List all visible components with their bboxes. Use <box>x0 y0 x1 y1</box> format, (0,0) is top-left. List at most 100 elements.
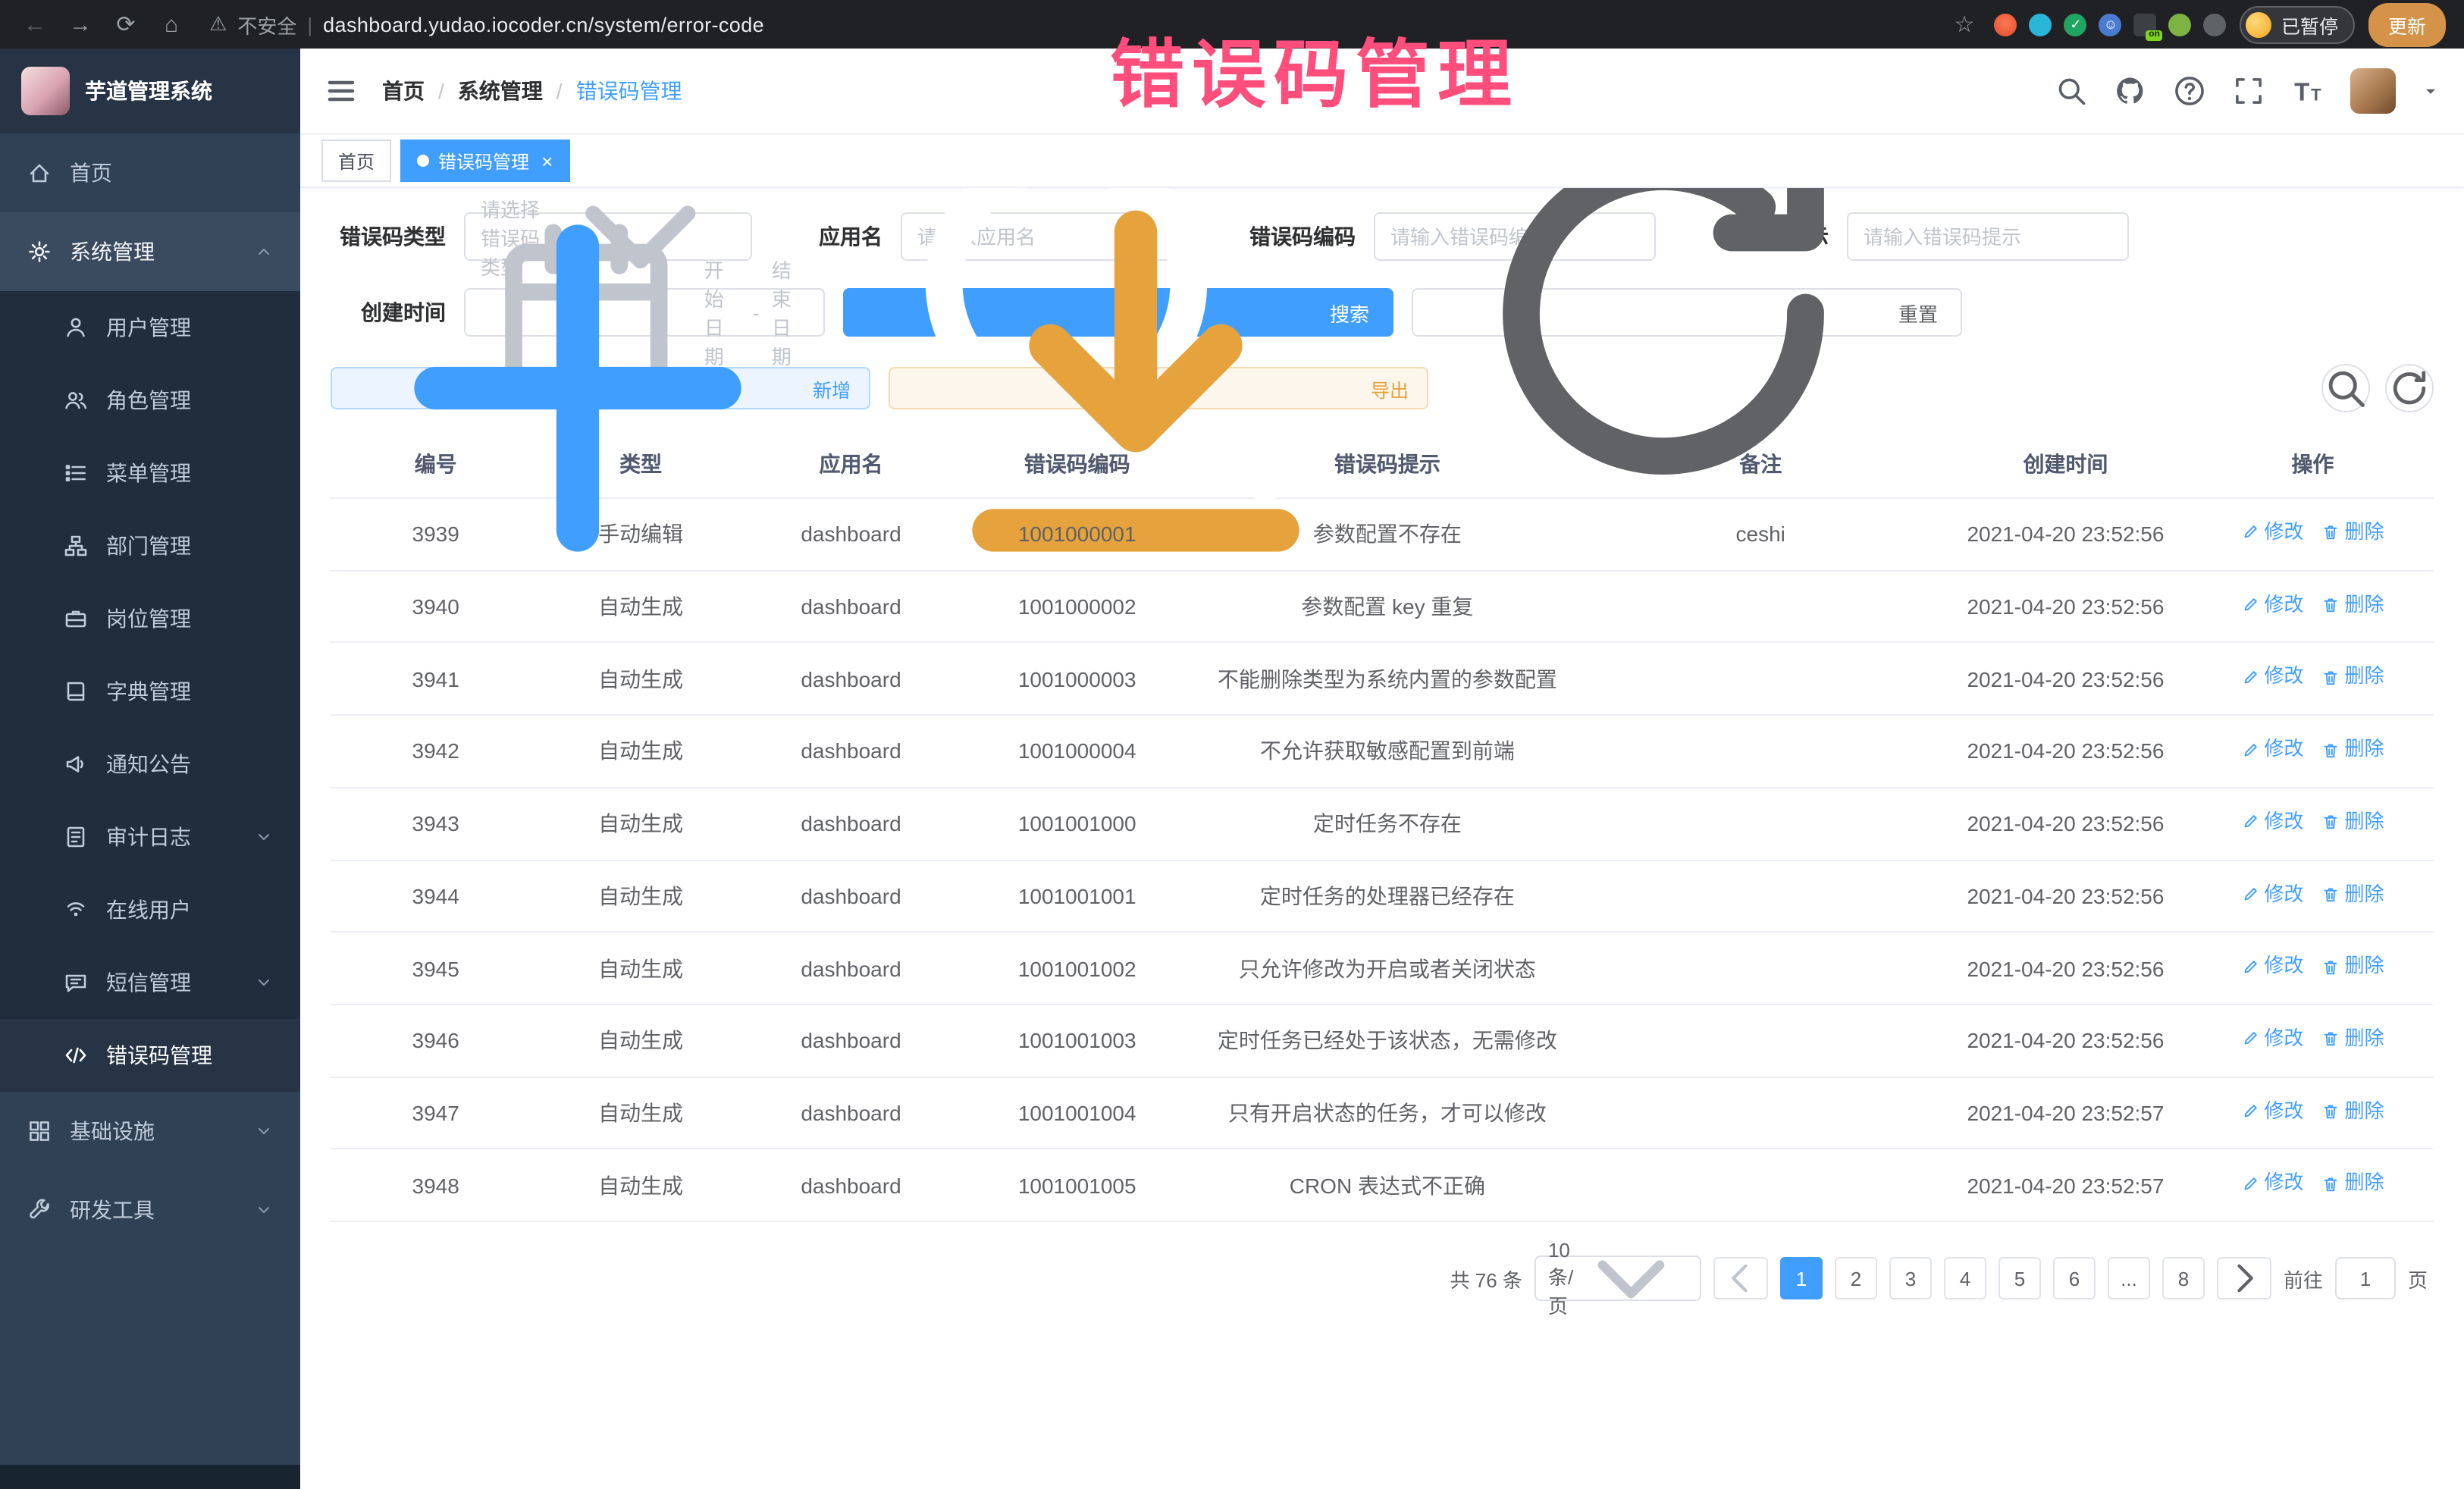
sidebar-item-user[interactable]: 用户管理 <box>0 291 300 364</box>
delete-button[interactable]: 删除 <box>2321 1025 2384 1054</box>
edit-button[interactable]: 修改 <box>2241 953 2303 982</box>
sidebar-item-dict[interactable]: 字典管理 <box>0 655 300 728</box>
address-bar[interactable]: ⚠ 不安全 | dashboard.yudao.iocoder.cn/syste… <box>209 10 764 39</box>
cell-actions: 修改删除 <box>2192 643 2434 715</box>
page-button-3[interactable]: 3 <box>1889 1257 1932 1299</box>
people-extension[interactable]: ☺ <box>2099 13 2122 36</box>
font-size-icon[interactable]: TT <box>2291 74 2324 108</box>
delete-button[interactable]: 删除 <box>2321 519 2384 547</box>
error-code-value: 1001000004 <box>1015 736 1140 767</box>
page-button-8[interactable]: 8 <box>2162 1257 2205 1299</box>
delete-button[interactable]: 删除 <box>2321 1098 2384 1127</box>
cell-time: 2021-04-20 23:52:56 <box>1939 1005 2192 1077</box>
fullscreen-icon[interactable] <box>2232 74 2265 108</box>
edit-button[interactable]: 修改 <box>2241 591 2303 619</box>
delete-button[interactable]: 删除 <box>2321 953 2384 982</box>
browser-update-button[interactable]: 更新 <box>2368 2 2446 46</box>
sidebar-item-sms[interactable]: 短信管理 <box>0 946 300 1019</box>
tab-home[interactable]: 首页 <box>321 139 391 182</box>
green-dot-extension[interactable] <box>2169 13 2192 36</box>
avatar[interactable] <box>2350 68 2396 114</box>
red-circle-extension[interactable] <box>1995 13 2017 36</box>
sidebar-item-dept[interactable]: 部门管理 <box>0 509 300 582</box>
sidebar-item-infra[interactable]: 基础设施 <box>0 1092 300 1171</box>
back-icon[interactable]: ← <box>18 11 52 37</box>
next-page-button[interactable] <box>2217 1257 2271 1299</box>
edit-button[interactable]: 修改 <box>2241 880 2303 909</box>
sidebar-item-system[interactable]: 系统管理 <box>0 212 300 291</box>
sidebar-item-error-code[interactable]: 错误码管理 <box>0 1019 300 1092</box>
delete-icon <box>2321 886 2340 904</box>
on-badge-extension[interactable]: on <box>2134 13 2157 36</box>
reload-icon[interactable]: ⟳ <box>109 11 143 38</box>
page-button-4[interactable]: 4 <box>1944 1257 1986 1299</box>
delete-button[interactable]: 删除 <box>2321 663 2384 692</box>
sidebar-collapse-bar[interactable] <box>0 1465 300 1489</box>
delete-button[interactable]: 删除 <box>2321 880 2384 909</box>
page-size-select[interactable]: 10条/页 <box>1535 1255 1701 1301</box>
cell-actions: 修改删除 <box>2192 1149 2434 1221</box>
page-button-6[interactable]: 6 <box>2053 1257 2096 1299</box>
sidebar-item-dev-tool[interactable]: 研发工具 <box>0 1171 300 1249</box>
screen: 错误码管理 ← → ⟳ ⌂ ⚠ 不安全 | dashboard.yudao.io… <box>0 0 2464 1489</box>
delete-button[interactable]: 删除 <box>2321 808 2384 837</box>
reset-button[interactable]: 重置 <box>1412 288 1962 337</box>
toggle-search-button[interactable] <box>2321 364 2370 412</box>
error-code-value: 1001001004 <box>1018 1101 1136 1125</box>
sidebar-item-home[interactable]: 首页 <box>0 133 300 212</box>
error-code-table: 编号类型应用名错误码编码错误码提示备注创建时间操作 3939手动编辑dashbo… <box>331 431 2434 1222</box>
content: 错误码类型 请选择错误码类型 应用名 错误码编码 <box>300 188 2464 1489</box>
delete-button[interactable]: 删除 <box>2321 591 2384 619</box>
edit-button[interactable]: 修改 <box>2241 735 2303 764</box>
help-icon[interactable] <box>2173 74 2206 108</box>
sidebar-item-menu[interactable]: 菜单管理 <box>0 437 300 509</box>
teal-drop-extension[interactable] <box>2030 13 2052 36</box>
cell-code: 1001000003 <box>961 643 1193 715</box>
dict-icon <box>64 679 88 704</box>
online-icon <box>64 898 88 922</box>
page-button-1[interactable]: 1 <box>1780 1257 1823 1299</box>
breadcrumb-system[interactable]: 系统管理 <box>458 76 543 106</box>
page-button-2[interactable]: 2 <box>1835 1257 1877 1299</box>
edit-button[interactable]: 修改 <box>2241 519 2303 547</box>
sidebar-item-audit-log[interactable]: 审计日志 <box>0 801 300 873</box>
refresh-table-button[interactable] <box>2385 364 2434 412</box>
green-check-extension[interactable]: ✓ <box>2064 13 2087 36</box>
sidebar-item-online-user[interactable]: 在线用户 <box>0 873 300 946</box>
app-logo-row[interactable]: 芋道管理系统 <box>0 49 300 133</box>
forward-icon[interactable]: → <box>64 11 97 37</box>
page-ellipsis[interactable]: ... <box>2108 1257 2150 1299</box>
edit-button[interactable]: 修改 <box>2241 1170 2303 1199</box>
pin-extension[interactable] <box>2204 13 2227 36</box>
github-icon[interactable] <box>2114 74 2147 108</box>
user-icon <box>64 315 88 340</box>
tab-error-code[interactable]: 错误码管理 × <box>400 139 569 182</box>
edit-button[interactable]: 修改 <box>2241 663 2303 692</box>
hamburger-icon[interactable] <box>324 74 358 108</box>
edit-button[interactable]: 修改 <box>2241 1025 2303 1054</box>
delete-button[interactable]: 删除 <box>2321 735 2384 764</box>
profile-chip[interactable]: 已暂停 <box>2240 5 2355 43</box>
delete-button[interactable]: 删除 <box>2321 1170 2384 1199</box>
tab-label: 错误码管理 <box>438 148 529 174</box>
sidebar-item-notice[interactable]: 通知公告 <box>0 728 300 801</box>
browser-home-icon[interactable]: ⌂ <box>155 11 188 37</box>
goto-page-input[interactable] <box>2335 1257 2396 1299</box>
bookmark-star-icon[interactable]: ☆ <box>1948 11 1981 38</box>
prev-page-button[interactable] <box>1713 1257 1768 1299</box>
sidebar-item-role[interactable]: 角色管理 <box>0 364 300 437</box>
edit-button[interactable]: 修改 <box>2241 1098 2303 1127</box>
cell-type: 自动生成 <box>541 933 741 1005</box>
add-button[interactable]: 新增 <box>331 367 870 409</box>
tab-label: 首页 <box>338 148 375 174</box>
page-button-5[interactable]: 5 <box>1998 1257 2041 1299</box>
chevron-down-icon[interactable] <box>2422 82 2440 100</box>
search-icon[interactable] <box>2055 74 2088 108</box>
close-icon[interactable]: × <box>541 151 553 171</box>
cell-remark <box>1582 1077 1939 1149</box>
sidebar-item-post[interactable]: 岗位管理 <box>0 582 300 655</box>
cell-msg: CRON 表达式不正确 <box>1193 1149 1582 1221</box>
export-button[interactable]: 导出 <box>889 367 1428 409</box>
breadcrumb-home[interactable]: 首页 <box>382 76 425 106</box>
edit-button[interactable]: 修改 <box>2241 808 2303 837</box>
